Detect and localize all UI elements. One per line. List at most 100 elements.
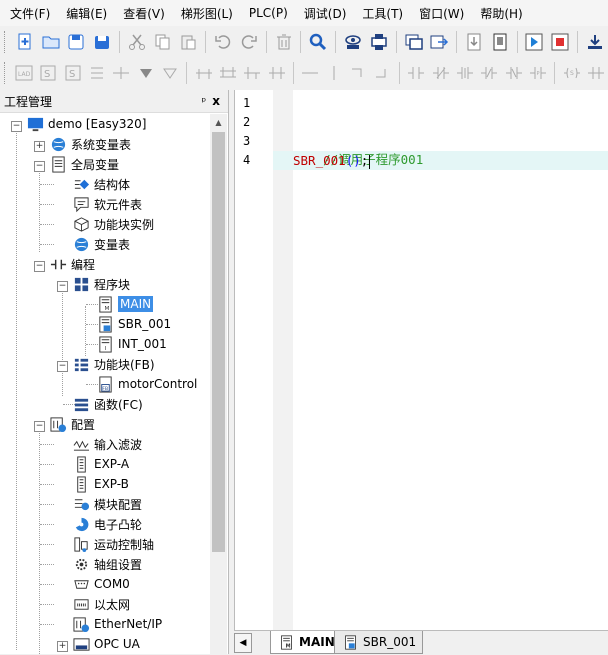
new-file-icon[interactable] — [14, 31, 36, 53]
tree-item-ethernet-ip[interactable]: EtherNet/IP — [72, 614, 162, 634]
undo-icon[interactable] — [212, 31, 234, 53]
reset-coil-icon[interactable] — [586, 62, 606, 84]
transfer-icon[interactable] — [584, 31, 606, 53]
compile-icon[interactable] — [368, 31, 390, 53]
no-contact-icon[interactable] — [406, 62, 426, 84]
open-folder-icon[interactable] — [40, 31, 62, 53]
falling-contact-icon[interactable] — [479, 62, 499, 84]
tree-item-soft-elements[interactable]: 软元件表 — [72, 194, 142, 214]
tree-item-function-blocks[interactable]: 功能块(FB) — [72, 354, 155, 374]
menu-window[interactable]: 窗口(W) — [409, 5, 470, 22]
scrollbar-thumb[interactable] — [212, 132, 225, 552]
menu-file[interactable]: 文件(F) — [0, 5, 56, 22]
tree-item-axis-group[interactable]: 轴组设置 — [72, 554, 142, 574]
redo-icon[interactable] — [238, 31, 260, 53]
tab-main[interactable]: M MAIN — [270, 631, 342, 654]
rising-contact-icon[interactable] — [455, 62, 475, 84]
vline-icon[interactable] — [324, 62, 344, 84]
copy-icon[interactable] — [152, 31, 174, 53]
tree-item-com0[interactable]: COM0 — [72, 574, 130, 594]
menu-view[interactable]: 查看(V) — [113, 5, 171, 22]
sfc-icon[interactable]: S — [63, 62, 83, 84]
menu-edit[interactable]: 编辑(E) — [56, 5, 113, 22]
tree-item-functions[interactable]: 函数(FC) — [72, 394, 143, 414]
tree-item-motion-axis[interactable]: 运动控制轴 — [72, 534, 154, 554]
tree-item-program-blocks[interactable]: 程序块 — [72, 274, 130, 294]
scroll-up-icon[interactable]: ▲ — [210, 114, 227, 130]
tree-item-global-vars[interactable]: 全局变量 — [49, 154, 119, 174]
contact-icon[interactable] — [111, 62, 131, 84]
collapse-toggle[interactable]: − — [34, 421, 45, 432]
tree-item-int[interactable]: I INT_001 — [96, 334, 167, 354]
upload-icon[interactable] — [489, 31, 511, 53]
tree-item-config[interactable]: 配置 — [49, 414, 95, 434]
find-icon[interactable] — [307, 31, 329, 53]
collapse-toggle[interactable]: − — [57, 281, 68, 292]
branch-down-icon[interactable] — [193, 62, 213, 84]
tree-item-exp-a[interactable]: EXP-A — [72, 454, 129, 474]
run-icon[interactable] — [524, 31, 546, 53]
tree-item-fb-instances[interactable]: 功能块实例 — [72, 214, 154, 234]
tab-scroll-left-icon[interactable]: ◀ — [234, 633, 252, 653]
code-editor[interactable]: 1 2 3 4 //调用子程序001 SBR_001(); — [234, 90, 608, 630]
tree-item-module-config[interactable]: 模块配置 — [72, 494, 142, 514]
download-icon[interactable] — [463, 31, 485, 53]
branch-up-icon[interactable] — [218, 62, 238, 84]
nc-contact-icon[interactable] — [431, 62, 451, 84]
menu-tools[interactable]: 工具(T) — [352, 5, 409, 22]
coil-icon[interactable] — [136, 62, 156, 84]
tree-item-ethernet[interactable]: 以太网 — [72, 594, 130, 614]
branch-icon[interactable] — [160, 62, 180, 84]
expand-toggle[interactable]: + — [34, 141, 45, 152]
paste-icon[interactable] — [177, 31, 199, 53]
tree-item-opc-ua[interactable]: OPC UA — [72, 634, 140, 654]
menu-debug[interactable]: 调试(D) — [294, 5, 353, 22]
branch-right-icon[interactable] — [266, 62, 286, 84]
collapse-toggle[interactable]: − — [57, 361, 68, 372]
export-icon[interactable] — [428, 31, 450, 53]
monitor-icon[interactable] — [342, 31, 364, 53]
expand-toggle[interactable]: + — [57, 641, 68, 652]
collapse-toggle[interactable]: − — [34, 261, 45, 272]
menu-help[interactable]: 帮助(H) — [470, 5, 528, 22]
cut-icon[interactable] — [126, 31, 148, 53]
tree-item-cam[interactable]: 电子凸轮 — [72, 514, 142, 534]
window-icon[interactable] — [403, 31, 425, 53]
tree-item-system-vars[interactable]: 系统变量表 — [49, 134, 131, 154]
stl-icon[interactable]: S — [38, 62, 58, 84]
menu-ladder[interactable]: 梯形图(L) — [171, 5, 239, 22]
delete-icon[interactable] — [273, 31, 295, 53]
tree-item-input-filter[interactable]: 输入滤波 — [72, 434, 142, 454]
tree-scrollbar[interactable]: ▲ — [210, 114, 227, 654]
lad-icon[interactable]: LAD — [14, 62, 34, 84]
close-panel-button[interactable]: x — [212, 94, 220, 108]
branch-left-icon[interactable] — [242, 62, 262, 84]
save-icon[interactable] — [65, 31, 87, 53]
tree-item-struct[interactable]: 结构体 — [72, 174, 130, 194]
collapse-toggle[interactable]: − — [34, 161, 45, 172]
code-line-call[interactable]: SBR_001(); — [293, 153, 371, 169]
invert-contact-icon[interactable] — [504, 62, 524, 84]
ladder-list-icon[interactable] — [87, 62, 107, 84]
tree-item-sbr[interactable]: SBR_001 — [96, 314, 171, 334]
stop-icon[interactable] — [549, 31, 571, 53]
save-all-icon[interactable] — [91, 31, 113, 53]
positive-contact-icon[interactable]: P — [528, 62, 548, 84]
set-coil-icon[interactable]: S — [561, 62, 581, 84]
tab-sbr[interactable]: SBR_001 — [334, 631, 424, 654]
collapse-toggle[interactable]: − — [11, 121, 22, 132]
tree-item-main[interactable]: M MAIN — [96, 294, 154, 314]
menu-plc[interactable]: PLC(P) — [239, 6, 294, 20]
corner-icon[interactable] — [349, 62, 369, 84]
tree-item-var-table[interactable]: 变量表 — [72, 234, 130, 254]
hline-icon[interactable] — [300, 62, 320, 84]
toolbar-separator — [300, 31, 302, 53]
pin-icon[interactable]: ᵖ — [202, 95, 207, 108]
toolbar-grip[interactable] — [4, 62, 8, 84]
toolbar-grip[interactable] — [4, 31, 8, 53]
tree-item-programming[interactable]: 编程 — [49, 254, 95, 274]
tree-item-exp-b[interactable]: EXP-B — [72, 474, 129, 494]
tree-root[interactable]: demo [Easy320] — [26, 114, 146, 134]
tree-item-motor-control[interactable]: FB motorControl — [96, 374, 197, 394]
corner2-icon[interactable] — [373, 62, 393, 84]
